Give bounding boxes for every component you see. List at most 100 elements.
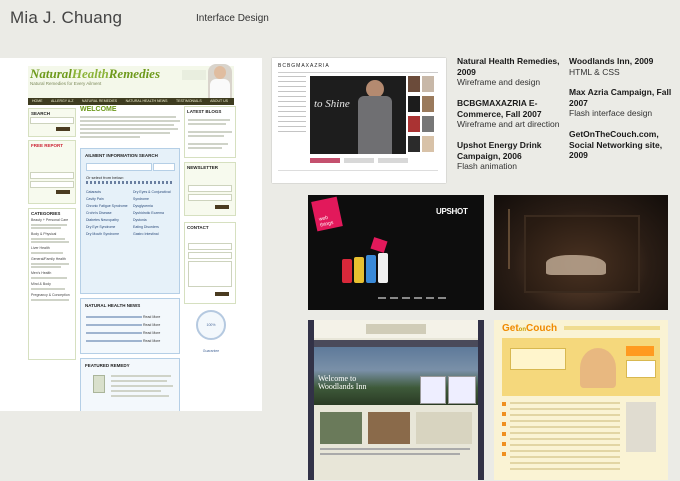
nh-featured-remedy-box: FEATURED REMEDY: [80, 358, 180, 411]
upshot-web-things-badge: web things: [311, 196, 343, 232]
nh-nav-item[interactable]: NATURAL HEALTH NEWS: [126, 99, 168, 103]
nh-ailment-title: AILMENT INFORMATION SEARCH: [85, 153, 158, 158]
project-natural-health: Natural Health Remedies, 2009 Wireframe …: [457, 56, 560, 87]
nh-category-item[interactable]: Beauty + Personal Care: [31, 218, 75, 223]
nh-category-item[interactable]: Mind & Body: [31, 282, 75, 287]
getcouch-character: [580, 348, 616, 388]
nh-newsletter-email[interactable]: [188, 194, 232, 201]
nh-news-box: NATURAL HEALTH NEWS Read More Read More …: [80, 298, 180, 354]
nh-read-more-link[interactable]: Read More: [143, 339, 160, 343]
nh-alphabet-index[interactable]: [86, 181, 174, 184]
upshot-can-blue: [366, 255, 376, 283]
nh-ailment-link[interactable]: Dysglycemia: [133, 203, 179, 210]
nh-ailment-select-label: Or select from below:: [86, 175, 124, 180]
upshot-can-red: [342, 259, 352, 283]
nh-ailment-link[interactable]: Diabetes Neuropathy: [86, 217, 128, 224]
project-upshot: Upshot Energy Drink Campaign, 2006 Flash…: [457, 140, 542, 171]
max-azria-screenshot[interactable]: [494, 195, 668, 310]
nh-categories-title: CATEGORIES: [31, 211, 61, 216]
nh-contact-message[interactable]: [188, 261, 232, 287]
nh-newsletter-submit[interactable]: [215, 205, 229, 209]
nh-newsletter-name[interactable]: [188, 185, 232, 192]
upshot-can-yellow: [354, 257, 364, 283]
woods-nav-bar[interactable]: [314, 340, 478, 347]
nh-ailment-search-button[interactable]: [153, 163, 175, 171]
bcbg-promo-bar[interactable]: [310, 158, 340, 163]
woods-logo: [366, 324, 426, 334]
natural-health-screenshot[interactable]: NaturalHealthRemedies Natural Remedies f…: [0, 58, 262, 411]
nh-report-submit[interactable]: [56, 190, 70, 194]
nh-ailment-link[interactable]: Crohn's Disease: [86, 210, 128, 217]
nh-nav-item[interactable]: TESTIMONIALS: [176, 99, 202, 103]
bcbg-category-menu[interactable]: [278, 76, 306, 136]
nh-nav-item[interactable]: NATURAL REMEDIES: [82, 99, 117, 103]
nh-category-item[interactable]: General/Family Health: [31, 257, 75, 262]
nh-ailment-link[interactable]: Dystonia: [133, 217, 179, 224]
getcouch-welcome-panel: [510, 348, 566, 370]
nh-ailment-link[interactable]: Dry Eye Syndrome: [86, 224, 128, 231]
nh-category-item[interactable]: Men's Health: [31, 271, 75, 276]
nh-nav-item[interactable]: ABOUT US: [210, 99, 228, 103]
doctor-photo: [208, 64, 232, 100]
nh-read-more-link[interactable]: Read More: [143, 315, 160, 319]
portfolio-author-name: Mia J. Chuang: [10, 8, 123, 27]
nh-header-button[interactable]: [182, 70, 206, 80]
nh-contact-email[interactable]: [188, 252, 232, 259]
upshot-nav-links[interactable]: [378, 297, 448, 299]
nh-report-email-field[interactable]: [30, 181, 74, 188]
getcouch-join-button[interactable]: [626, 346, 654, 356]
project-bcbg: BCBGMAXAZRIA E-Commerce, Fall 2007 Wiref…: [457, 98, 560, 129]
getcouch-ad: [626, 402, 656, 452]
section-title: Interface Design: [196, 13, 269, 24]
woods-booking-widget[interactable]: [420, 376, 446, 404]
nh-tagline: Natural Remedies for Every Ailment: [30, 81, 102, 86]
nh-search-input[interactable]: [30, 117, 74, 124]
get-on-the-couch-screenshot[interactable]: GetonCouch: [494, 320, 668, 480]
nh-ailment-link[interactable]: Gastro Intestinal: [133, 231, 179, 238]
nh-contact-box: CONTACT: [184, 222, 236, 304]
nh-ailment-input[interactable]: [86, 163, 152, 171]
getcouch-feed[interactable]: [510, 402, 620, 472]
bcbg-headline: to Shine: [314, 98, 350, 110]
upshot-screenshot[interactable]: web things UPSHOT: [308, 195, 484, 310]
getcouch-nav-bar[interactable]: [564, 326, 660, 330]
bcbg-hero-image: to Shine: [310, 76, 406, 154]
max-azria-model: [546, 255, 606, 275]
nh-search-submit[interactable]: [56, 127, 70, 131]
nh-read-more-link[interactable]: Read More: [143, 323, 160, 327]
nh-nav-item[interactable]: ALLERGY A-Z: [51, 99, 74, 103]
nh-category-item[interactable]: Body & Physical: [31, 232, 75, 237]
nh-category-item[interactable]: Liver Health: [31, 246, 75, 251]
nh-ailment-link[interactable]: Dyshidrotic Eczema: [133, 210, 179, 217]
nh-newsletter-title: NEWSLETTER: [187, 165, 218, 170]
nh-contact-name[interactable]: [188, 243, 232, 250]
bcbg-screenshot[interactable]: BCBGMAXAZRIA to Shine: [272, 58, 446, 183]
nh-ailment-link[interactable]: Cavity Pain: [86, 196, 128, 203]
woods-lodge-photo: [368, 412, 410, 444]
nh-featured-title: FEATURED REMEDY: [85, 363, 130, 368]
nh-categories-box: CATEGORIES Beauty + Personal Care Body &…: [28, 208, 76, 360]
nh-nav-item[interactable]: HOME: [32, 99, 43, 103]
woods-headline: Welcome to Woodlands Inn: [318, 374, 367, 391]
nh-ailment-link[interactable]: Eating Disorders: [133, 224, 179, 231]
nh-ailment-link[interactable]: Cataracts: [86, 189, 128, 196]
nh-ailment-search-box: AILMENT INFORMATION SEARCH Or select fro…: [80, 148, 180, 294]
nh-search-title: SEARCH: [31, 111, 51, 116]
nh-read-more-link[interactable]: Read More: [143, 331, 160, 335]
nh-category-item[interactable]: Pregnancy & Conception: [31, 293, 75, 298]
nh-free-report-title: FREE REPORT: [31, 143, 64, 148]
nh-report-name-field[interactable]: [30, 172, 74, 179]
nh-contact-submit[interactable]: [215, 292, 229, 296]
bcbg-brand: BCBGMAXAZRIA: [278, 63, 330, 69]
nh-newsletter-box: NEWSLETTER: [184, 162, 236, 216]
nh-ailment-link[interactable]: Dry Mouth Syndrome: [86, 231, 128, 238]
getcouch-login-box[interactable]: [626, 360, 656, 378]
nh-contact-title: CONTACT: [187, 225, 209, 230]
woodlands-inn-screenshot[interactable]: Welcome to Woodlands Inn: [308, 320, 484, 480]
nh-ailment-link[interactable]: Chronic Fatigue Syndrome: [86, 203, 128, 210]
project-woodlands: Woodlands Inn, 2009 HTML & CSS: [569, 56, 654, 77]
nh-latest-blogs-box: LATEST BLOGS: [184, 106, 236, 158]
nh-ailment-link[interactable]: Dry Eyes & Conjunctival Syndrome: [133, 189, 179, 203]
getcouch-logo: GetonCouch: [502, 323, 558, 334]
project-getonthecouch: GetOnTheCouch.com, Social Networking sit…: [569, 129, 663, 160]
